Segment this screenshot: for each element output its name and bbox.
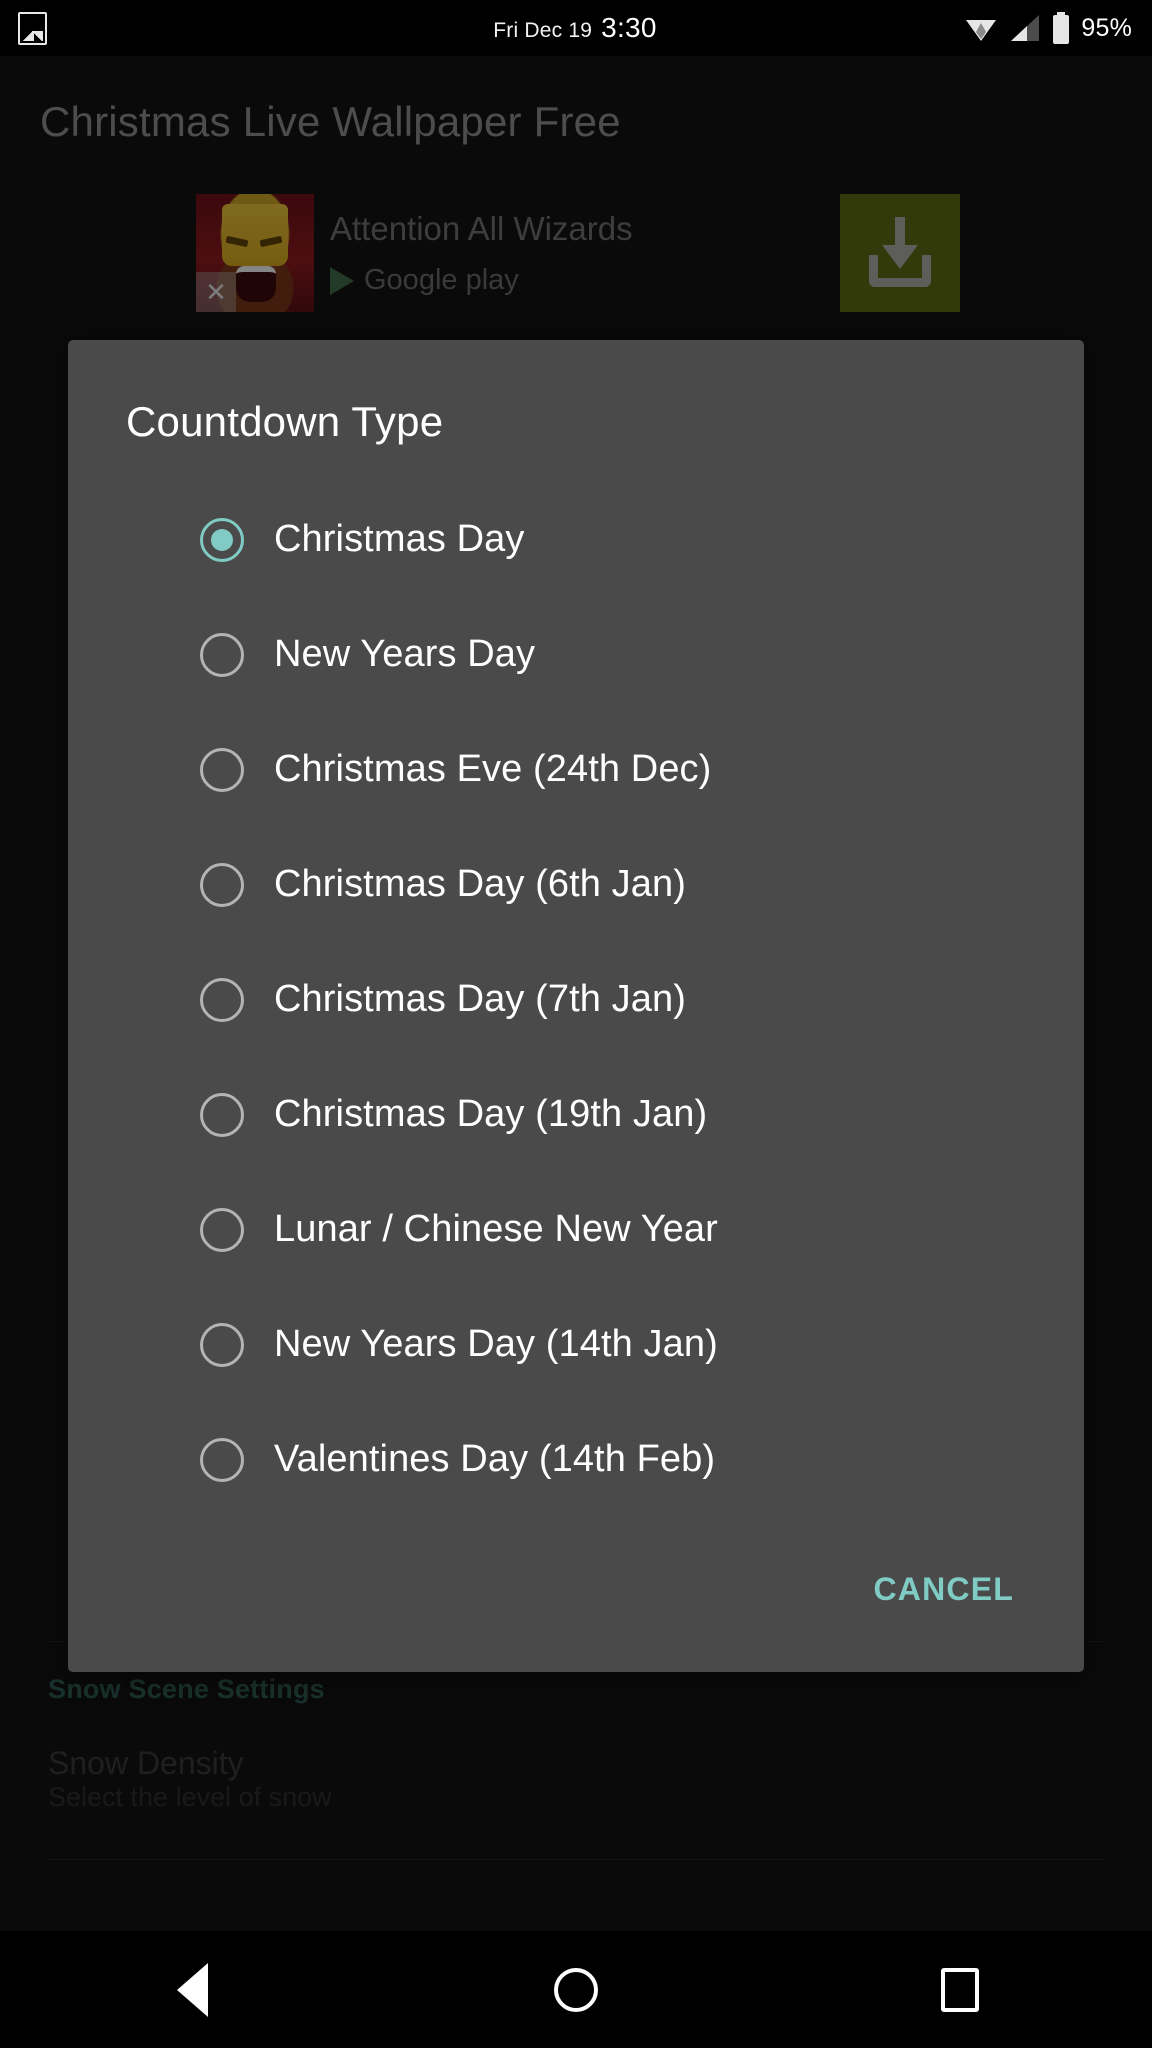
radio-option-label: Christmas Day (7th Jan) [274, 978, 686, 1020]
status-bar-clock: Fri Dec 19 3:30 [318, 12, 832, 44]
recents-button[interactable] [768, 1931, 1152, 2048]
radio-option-label: Christmas Day (6th Jan) [274, 863, 686, 905]
status-date: Fri Dec 19 [493, 19, 593, 42]
home-button[interactable] [384, 1931, 768, 2048]
radio-unselected-icon [200, 862, 244, 907]
radio-unselected-icon [200, 1437, 244, 1482]
radio-option-label: Lunar / Chinese New Year [274, 1208, 718, 1250]
radio-option-label: New Years Day (14th Jan) [274, 1323, 718, 1365]
image-icon [18, 11, 47, 45]
wifi-icon [966, 20, 997, 41]
radio-option-label: Christmas Eve (24th Dec) [274, 748, 712, 790]
radio-unselected-icon [200, 977, 244, 1022]
home-icon [554, 1967, 598, 2012]
cancel-button[interactable]: CANCEL [863, 1565, 1024, 1614]
radio-option-1[interactable]: New Years Day [68, 597, 1084, 712]
phone-screen: Christmas Live Wallpaper Free ✕ Attentio… [0, 0, 1152, 2048]
back-icon [176, 1962, 208, 2017]
radio-selected-icon [200, 517, 244, 562]
radio-option-6[interactable]: Lunar / Chinese New Year [68, 1172, 1084, 1287]
radio-option-3[interactable]: Christmas Day (6th Jan) [68, 827, 1084, 942]
status-bar-system-icons: 95% [832, 12, 1152, 44]
radio-option-label: Valentines Day (14th Feb) [274, 1438, 716, 1480]
status-bar: Fri Dec 19 3:30 95% [0, 0, 1152, 56]
radio-unselected-icon [200, 1207, 244, 1252]
radio-option-0[interactable]: Christmas Day [68, 482, 1084, 597]
cell-signal-icon [1011, 15, 1040, 41]
radio-unselected-icon [200, 747, 244, 792]
battery-icon [1053, 12, 1070, 44]
dialog-actions: CANCEL [68, 1517, 1084, 1672]
radio-option-2[interactable]: Christmas Eve (24th Dec) [68, 712, 1084, 827]
countdown-type-dialog: Countdown Type Christmas Day New Years Da… [68, 340, 1084, 1672]
radio-unselected-icon [200, 632, 244, 677]
countdown-type-radio-group[interactable]: Christmas Day New Years Day Christmas Eve … [68, 482, 1084, 1517]
recents-icon [941, 1967, 979, 2012]
radio-option-8[interactable]: Valentines Day (14th Feb) [68, 1402, 1084, 1517]
radio-option-label: New Years Day [274, 633, 536, 675]
status-bar-notifications [0, 11, 318, 45]
radio-unselected-icon [200, 1092, 244, 1137]
radio-option-label: Christmas Day (19th Jan) [274, 1093, 708, 1135]
dialog-title: Countdown Type [126, 398, 444, 445]
radio-option-7[interactable]: New Years Day (14th Jan) [68, 1287, 1084, 1402]
radio-option-5[interactable]: Christmas Day (19th Jan) [68, 1057, 1084, 1172]
back-button[interactable] [0, 1931, 384, 2048]
radio-option-label: Christmas Day [274, 518, 525, 560]
radio-unselected-icon [200, 1322, 244, 1367]
battery-percent: 95% [1081, 13, 1132, 42]
navigation-bar [0, 1931, 1152, 2048]
status-time: 3:30 [601, 12, 657, 43]
radio-option-4[interactable]: Christmas Day (7th Jan) [68, 942, 1084, 1057]
